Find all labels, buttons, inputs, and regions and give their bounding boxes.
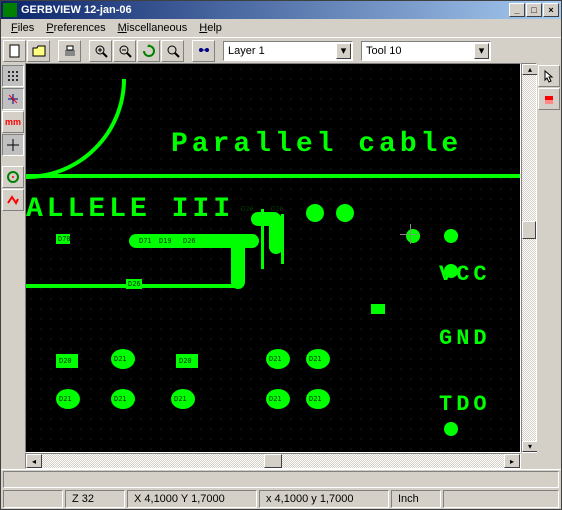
- layer-select-value: Layer 1: [228, 45, 265, 57]
- right-toolbar: [537, 63, 561, 469]
- left-toolbar: mm: [1, 63, 25, 469]
- pad-label: D19: [159, 237, 172, 245]
- pcb-view: Parallel cable ALLELE III: [26, 64, 520, 452]
- find-button[interactable]: [192, 40, 215, 62]
- polar-toggle-button[interactable]: [2, 88, 24, 110]
- window-title: GERBVIEW 12-jan-06: [21, 4, 509, 16]
- menu-files[interactable]: Files: [5, 20, 40, 36]
- pcb-trace: [261, 209, 264, 269]
- scroll-up-button[interactable]: ▴: [522, 64, 538, 75]
- pad-label: D20: [59, 357, 72, 365]
- right-column: ▴ ▾: [521, 63, 537, 469]
- pcb-pad: [306, 204, 324, 222]
- pcb-pad: [371, 304, 385, 314]
- status-message: [3, 471, 559, 488]
- pad-label: D26: [271, 205, 284, 213]
- minimize-button[interactable]: _: [509, 3, 525, 17]
- status-zoom: Z 32: [65, 490, 125, 508]
- pad-label: D21: [114, 355, 127, 363]
- pcb-silk-text: GND: [439, 326, 491, 351]
- scroll-thumb[interactable]: [264, 454, 282, 468]
- menu-preferences[interactable]: Preferences: [40, 20, 111, 36]
- cursor-shape-button[interactable]: [2, 134, 24, 156]
- canvas[interactable]: Parallel cable ALLELE III: [25, 63, 521, 453]
- pad-label: D21: [269, 355, 282, 363]
- pad-label: D20: [179, 357, 192, 365]
- pcb-trace: [26, 174, 521, 178]
- pcb-trace: [281, 214, 284, 264]
- status-pane: [443, 490, 559, 508]
- redraw-button[interactable]: [137, 40, 160, 62]
- pcb-pad: [444, 422, 458, 436]
- dropdown-arrow-icon: ▾: [336, 43, 351, 59]
- pcb-silk-text: Parallel cable: [171, 129, 462, 160]
- scroll-left-button[interactable]: ◂: [26, 454, 42, 468]
- scroll-corner: [521, 453, 537, 469]
- pad-label: D21: [309, 355, 322, 363]
- zoom-fit-button[interactable]: [161, 40, 184, 62]
- app-icon: [3, 3, 17, 17]
- pad-label: D19: [446, 232, 459, 240]
- tool-select[interactable]: Tool 10 ▾: [361, 41, 491, 61]
- pad-fill-button[interactable]: [2, 166, 24, 188]
- vertical-scrollbar[interactable]: ▴ ▾: [521, 63, 537, 453]
- status-abs-coords: X 4,1000 Y 1,7000: [127, 490, 257, 508]
- maximize-button[interactable]: □: [526, 3, 542, 17]
- pcb-silk-text: VCC: [439, 262, 491, 287]
- pad-label: D26: [241, 205, 254, 213]
- line-fill-button[interactable]: [2, 189, 24, 211]
- pad-label: D21: [114, 395, 127, 403]
- pcb-trace: [231, 239, 245, 289]
- canvas-wrap: Parallel cable ALLELE III: [25, 63, 521, 469]
- unit-mm-button[interactable]: mm: [2, 111, 24, 133]
- scroll-thumb[interactable]: [522, 221, 536, 239]
- menu-miscellaneous[interactable]: Miscellaneous: [112, 20, 194, 36]
- pad-label: D26: [183, 237, 196, 245]
- horizontal-scrollbar[interactable]: ◂ ▸: [25, 453, 521, 469]
- zoom-in-button[interactable]: [89, 40, 112, 62]
- menubar: Files Preferences Miscellaneous Help: [1, 19, 561, 37]
- open-button[interactable]: [27, 40, 50, 62]
- pointer-tool-button[interactable]: [538, 65, 560, 87]
- zoom-out-button[interactable]: [113, 40, 136, 62]
- dropdown-arrow-icon: ▾: [474, 43, 489, 59]
- pad-label: D21: [309, 395, 322, 403]
- statusbar: Z 32 X 4,1000 Y 1,7000 x 4,1000 y 1,7000…: [1, 469, 561, 509]
- main-area: mm Parallel cable ALLELE III: [1, 63, 561, 469]
- close-button[interactable]: ×: [543, 3, 559, 17]
- scroll-right-button[interactable]: ▸: [504, 454, 520, 468]
- app-window: GERBVIEW 12-jan-06 _ □ × Files Preferenc…: [0, 0, 562, 510]
- status-rel-coords: x 4,1000 y 1,7000: [259, 490, 389, 508]
- status-unit: Inch: [391, 490, 441, 508]
- toolbar: Layer 1 ▾ Tool 10 ▾: [1, 37, 561, 63]
- titlebar: GERBVIEW 12-jan-06 _ □ ×: [1, 1, 561, 19]
- scroll-track[interactable]: [42, 454, 504, 468]
- menu-help[interactable]: Help: [193, 20, 228, 36]
- scroll-down-button[interactable]: ▾: [522, 441, 538, 452]
- pcb-pad: [336, 204, 354, 222]
- pad-label: D21: [59, 395, 72, 403]
- grid-toggle-button[interactable]: [2, 65, 24, 87]
- pad-label: D70: [58, 235, 71, 243]
- scroll-track[interactable]: [522, 75, 536, 441]
- layer-select[interactable]: Layer 1 ▾: [223, 41, 353, 61]
- tool-select-value: Tool 10: [366, 45, 401, 57]
- pad-label: D26: [128, 280, 141, 288]
- pad-label: D19: [408, 232, 421, 240]
- pad-label: D21: [174, 395, 187, 403]
- pcb-silk-text: TDO: [439, 392, 491, 417]
- pcb-silk-text: ALLELE III: [26, 194, 234, 225]
- print-button[interactable]: [58, 40, 81, 62]
- delete-tool-button[interactable]: [538, 88, 560, 110]
- pad-label: D71: [139, 237, 152, 245]
- status-pane: [3, 490, 63, 508]
- new-button[interactable]: [3, 40, 26, 62]
- pad-label: D21: [269, 395, 282, 403]
